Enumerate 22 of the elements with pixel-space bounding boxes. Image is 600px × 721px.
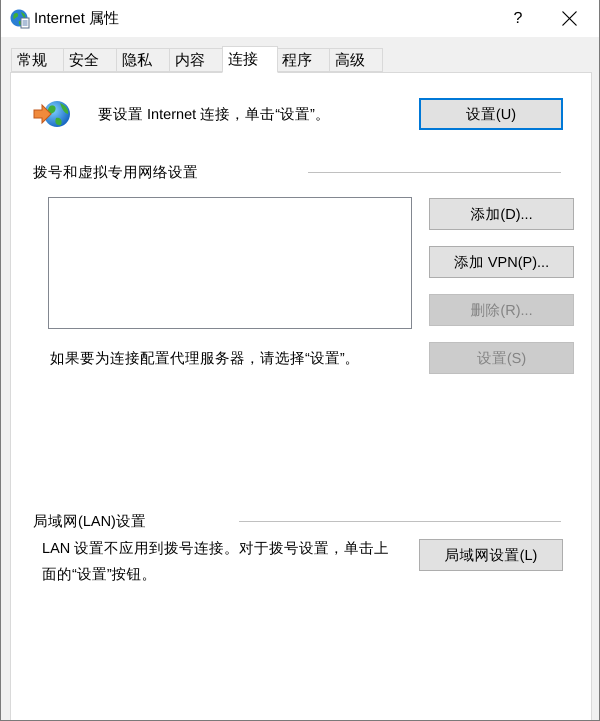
tab[interactable]: 连接 (222, 46, 278, 73)
globe-document-icon (10, 8, 30, 28)
section-heading: 拨号和虚拟专用网络设置 (33, 164, 199, 182)
connection-list[interactable] (48, 197, 412, 329)
tab[interactable]: 高级 (330, 48, 383, 72)
tab[interactable]: 隐私 (117, 48, 170, 72)
help-button[interactable]: ? (495, 4, 541, 34)
arrow-globe-icon (33, 100, 71, 128)
dialup-button[interactable]: 添加 VPN(P)... (429, 246, 574, 278)
tab[interactable]: 内容 (170, 48, 223, 72)
lan-settings-button[interactable]: 局域网设置(L) (419, 539, 563, 571)
setup-instruction: 要设置 Internet 连接，单击“设置”。 (98, 106, 330, 124)
dialup-button[interactable]: 添加(D)... (429, 198, 574, 230)
tab[interactable]: 安全 (64, 48, 117, 72)
proxy-hint: 如果要为连接配置代理服务器，请选择“设置”。 (50, 350, 361, 368)
window-title: Internet 属性 (34, 9, 120, 28)
lan-description: LAN 设置不应用到拨号连接。对于拨号设置，单击上面的“设置”按钮。 (42, 540, 390, 585)
tab[interactable]: 程序 (277, 48, 330, 72)
section-heading: 局域网(LAN)设置 (33, 513, 147, 531)
setup-button[interactable]: 设置(U) (419, 98, 563, 130)
close-icon (562, 11, 576, 26)
tab[interactable]: 常规 (11, 48, 64, 72)
